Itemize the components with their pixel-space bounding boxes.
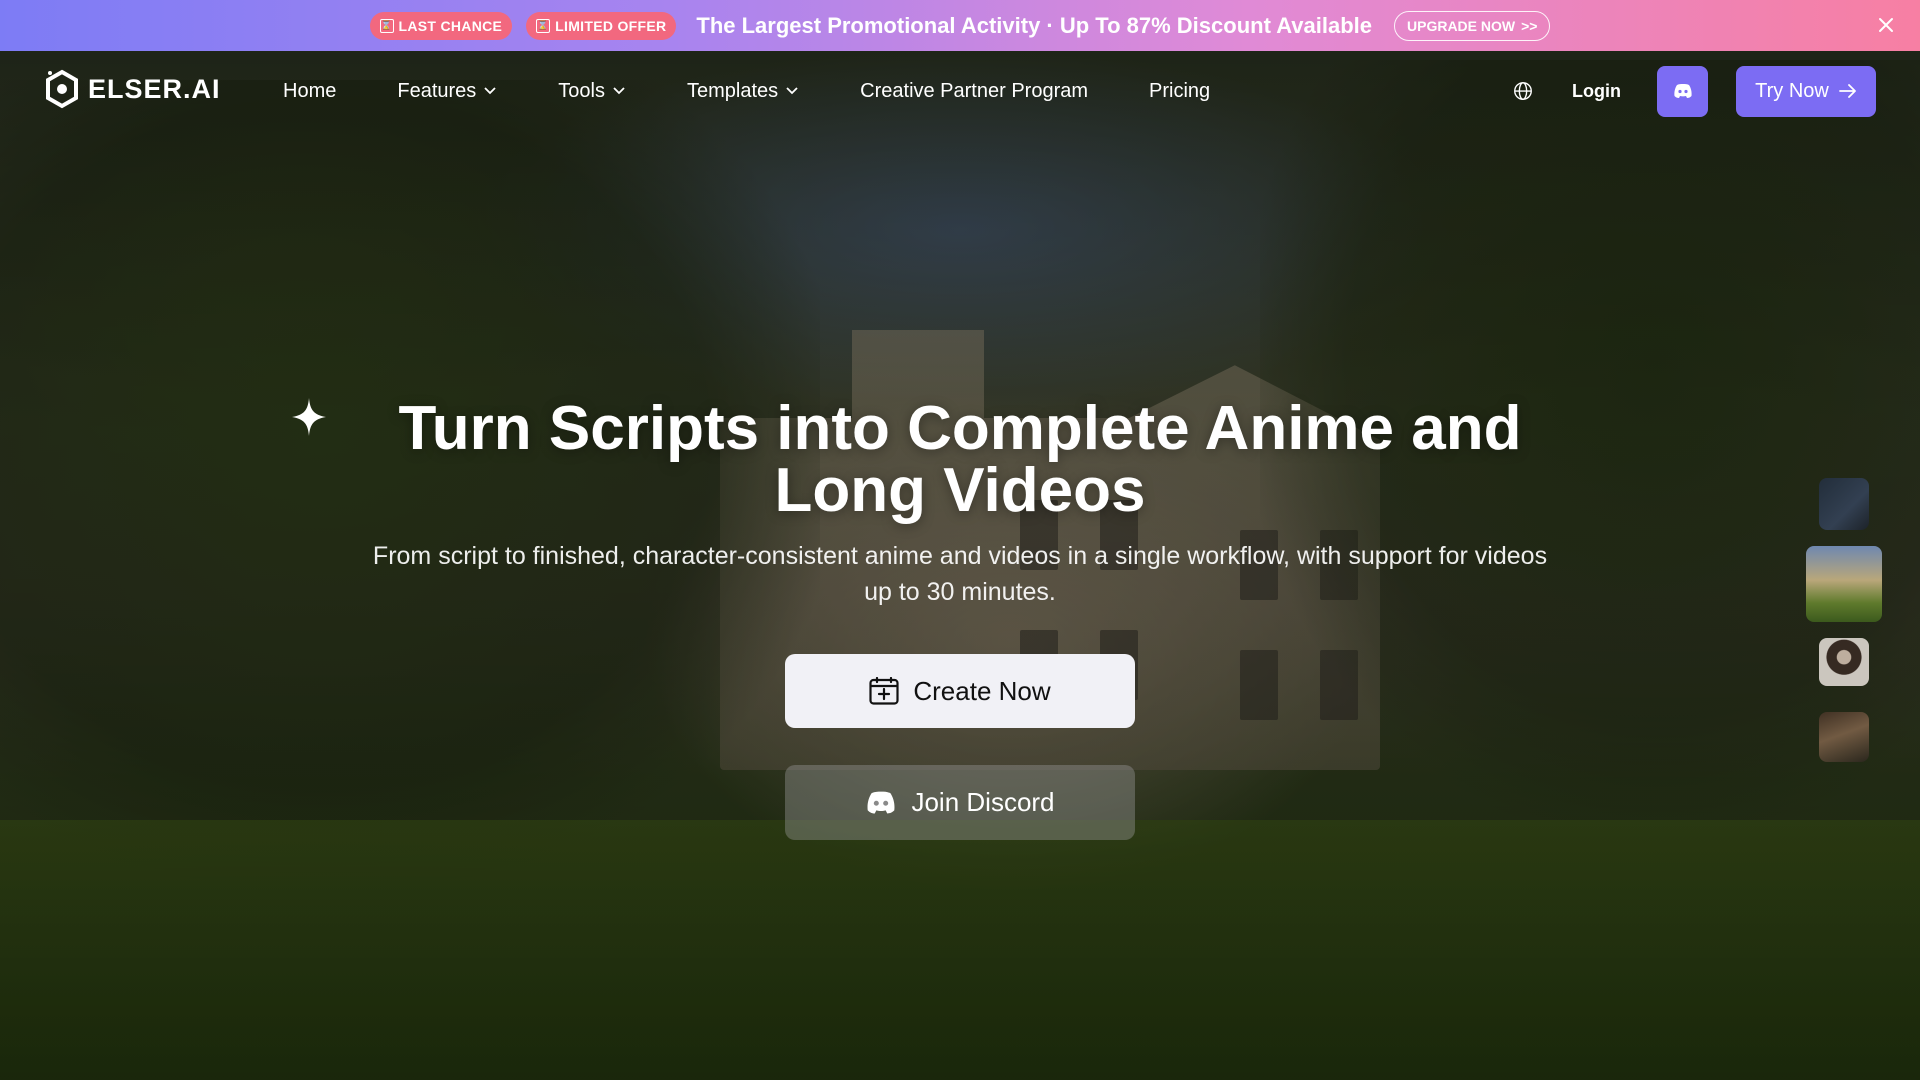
hero-title-line-2: Long Videos <box>774 456 1146 525</box>
top-nav: ELSER.AI Home Features Tools Templates C… <box>0 51 1920 131</box>
scene-thumbnail[interactable] <box>1819 638 1869 686</box>
brand-name: ELSER.AI <box>88 73 221 104</box>
nav-templates[interactable]: Templates <box>687 80 798 103</box>
discord-nav-button[interactable] <box>1657 65 1708 117</box>
close-icon <box>1879 18 1893 32</box>
nav-home[interactable]: Home <box>283 80 336 103</box>
discord-icon <box>1673 84 1692 98</box>
hourglass-icon: ⌛ <box>536 18 551 33</box>
hero-title: Turn Scripts into Complete Anime and Lon… <box>260 398 1660 522</box>
promo-message: The Largest Promotional Activity · Up To… <box>696 12 1372 38</box>
join-discord-label: Join Discord <box>911 787 1055 817</box>
nav-creative-partner-label: Creative Partner Program <box>860 79 1089 102</box>
upgrade-now-button[interactable]: UPGRADE NOW >> <box>1394 10 1551 41</box>
chevron-down-icon <box>786 87 798 95</box>
globe-icon[interactable] <box>1512 80 1534 102</box>
nav-features-label: Features <box>397 79 477 102</box>
login-link[interactable]: Login <box>1572 81 1621 102</box>
arrow-right-icon <box>1838 84 1856 98</box>
nav-pricing[interactable]: Pricing <box>1149 80 1210 103</box>
limited-offer-label: LIMITED OFFER <box>555 17 667 34</box>
scene-thumbnail[interactable] <box>1819 712 1869 762</box>
try-now-button[interactable]: Try Now <box>1736 65 1876 117</box>
last-chance-badge: ⌛ LAST CHANCE <box>369 11 513 40</box>
calendar-plus-icon <box>869 677 899 705</box>
hero-title-line-1: Turn Scripts into Complete Anime and <box>398 394 1522 463</box>
brand-logo[interactable]: ELSER.AI <box>44 69 221 109</box>
hero-subtitle: From script to finished, character-consi… <box>320 538 1600 610</box>
nav-tools[interactable]: Tools <box>558 80 625 103</box>
try-now-label: Try Now <box>1755 79 1829 102</box>
scene-thumbnail-active[interactable] <box>1806 546 1882 622</box>
create-now-label: Create Now <box>913 675 1051 706</box>
chevron-down-icon <box>484 87 496 95</box>
hero-subtitle-line-1: From script to finished, character-consi… <box>372 542 1548 570</box>
nav-templates-label: Templates <box>687 79 779 102</box>
nav-actions: Login Try Now <box>1512 51 1876 131</box>
nav-links: Home Features Tools Templates Creative P… <box>283 51 1210 131</box>
limited-offer-badge: ⌛ LIMITED OFFER <box>526 11 677 40</box>
chevron-down-icon <box>613 87 625 95</box>
promo-content: ⌛ LAST CHANCE ⌛ LIMITED OFFER The Larges… <box>369 10 1551 41</box>
join-discord-button[interactable]: Join Discord <box>785 765 1135 840</box>
nav-home-label: Home <box>283 79 337 102</box>
close-banner-button[interactable] <box>1874 13 1898 37</box>
double-chevron-icon: >> <box>1521 17 1538 34</box>
discord-icon <box>867 791 895 814</box>
hero-subtitle-line-2: up to 30 minutes. <box>864 578 1056 606</box>
nav-features[interactable]: Features <box>397 80 496 103</box>
nav-tools-label: Tools <box>558 79 605 102</box>
hourglass-icon: ⌛ <box>379 18 394 33</box>
create-now-button[interactable]: Create Now <box>785 654 1135 728</box>
promo-banner: ⌛ LAST CHANCE ⌛ LIMITED OFFER The Larges… <box>0 0 1920 51</box>
nav-pricing-label: Pricing <box>1149 79 1211 102</box>
nav-creative-partner-program[interactable]: Creative Partner Program <box>860 80 1088 103</box>
scene-thumbnail[interactable] <box>1819 478 1869 530</box>
hexagon-logo-icon <box>46 69 78 109</box>
last-chance-label: LAST CHANCE <box>398 17 503 34</box>
upgrade-now-label: UPGRADE NOW <box>1407 17 1516 34</box>
